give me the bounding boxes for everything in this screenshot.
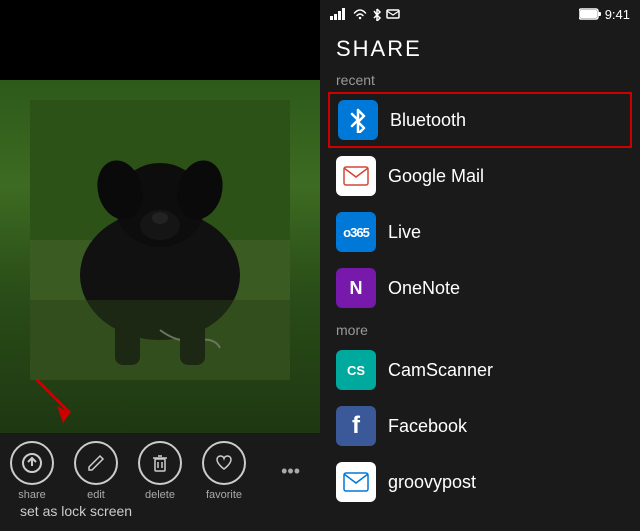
lock-screen-text: set as lock screen: [10, 495, 142, 523]
dog-silhouette: [30, 100, 290, 380]
onenote-item[interactable]: N OneNote: [320, 260, 640, 316]
toolbar: share edit: [0, 433, 320, 531]
share-header: SHARE: [320, 28, 640, 66]
bluetooth-app-icon: [338, 100, 378, 140]
recent-section-label: recent: [320, 66, 640, 92]
bluetooth-item[interactable]: Bluetooth: [328, 92, 632, 148]
photo-area: [0, 80, 320, 433]
left-panel: share edit: [0, 0, 320, 531]
bluetooth-status-icon: [372, 7, 382, 21]
favorite-icon: [202, 441, 246, 485]
facebook-name: Facebook: [388, 416, 467, 437]
groovypost-app-icon: [336, 462, 376, 502]
share-tool[interactable]: share: [10, 441, 54, 501]
camscanner-name: CamScanner: [388, 360, 493, 381]
more-button[interactable]: •••: [281, 461, 300, 482]
edit-icon: [74, 441, 118, 485]
onenote-name: OneNote: [388, 278, 460, 299]
edit-tool[interactable]: edit: [74, 441, 118, 501]
facebook-app-icon: f: [336, 406, 376, 446]
status-bar: 9:41: [320, 0, 640, 28]
camscanner-app-icon: CS: [336, 350, 376, 390]
share-icon: [10, 441, 54, 485]
right-panel: 9:41 SHARE recent Bluetooth Google Mail …: [320, 0, 640, 531]
status-left: [330, 7, 400, 21]
delete-tool[interactable]: delete: [138, 441, 182, 501]
google-mail-item[interactable]: Google Mail: [320, 148, 640, 204]
groovypost-item[interactable]: groovypost: [320, 454, 640, 510]
wifi-icon: [352, 8, 368, 20]
live-name: Live: [388, 222, 421, 243]
time-display: 9:41: [605, 7, 630, 22]
more-section-label: more: [320, 316, 640, 342]
camscanner-item[interactable]: CS CamScanner: [320, 342, 640, 398]
favorite-tool[interactable]: favorite: [202, 441, 246, 501]
status-right: 9:41: [579, 7, 630, 22]
delete-icon: [138, 441, 182, 485]
live-app-icon: o365: [336, 212, 376, 252]
toolbar-icons: share edit: [0, 441, 320, 501]
live-item[interactable]: o365 Live: [320, 204, 640, 260]
signal-icon: [330, 8, 348, 20]
groovypost-name: groovypost: [388, 472, 476, 493]
notification-icon: [386, 8, 400, 20]
favorite-label: favorite: [206, 489, 242, 501]
onenote-app-icon: N: [336, 268, 376, 308]
gmail-app-icon: [336, 156, 376, 196]
facebook-item[interactable]: f Facebook: [320, 398, 640, 454]
bluetooth-name: Bluetooth: [390, 110, 466, 131]
gmail-name: Google Mail: [388, 166, 484, 187]
battery-icon: [579, 8, 601, 20]
delete-label: delete: [145, 489, 175, 501]
